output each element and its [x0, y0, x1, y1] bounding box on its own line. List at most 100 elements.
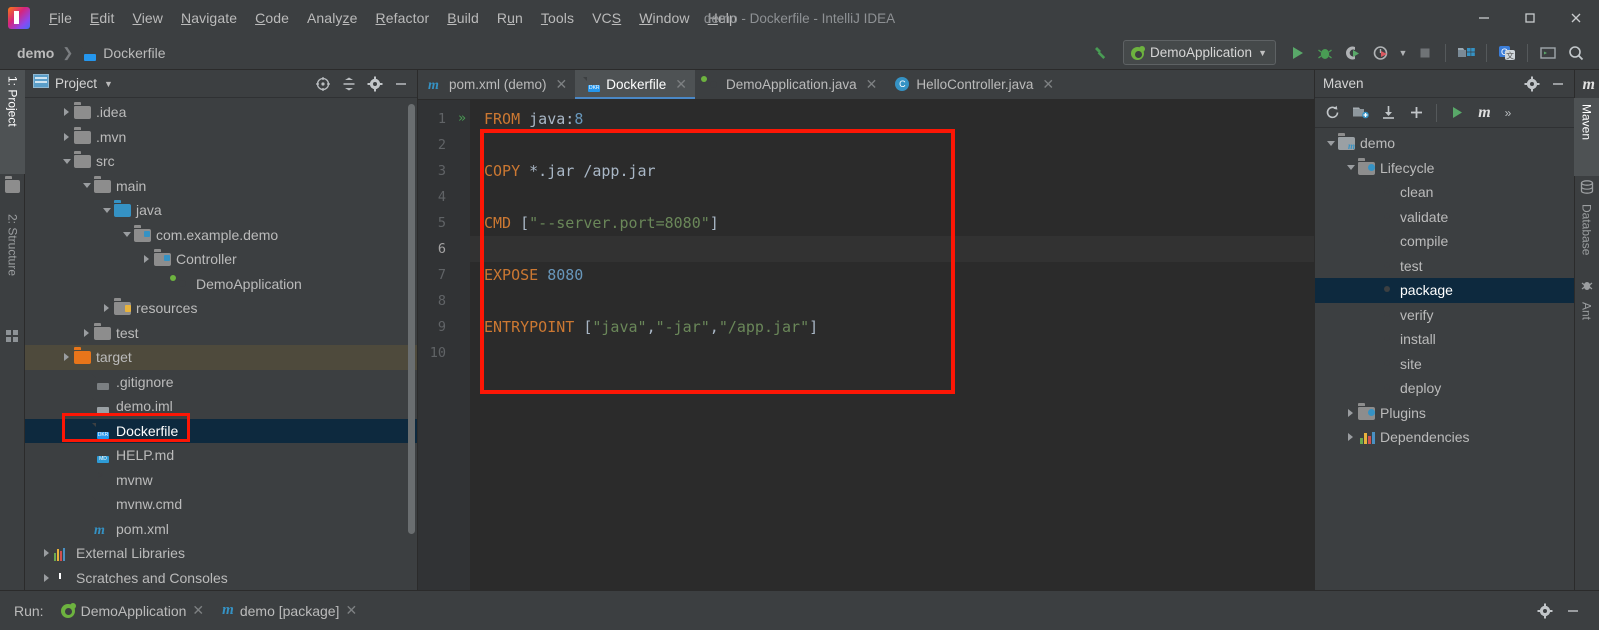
tree-item-help-md[interactable]: MD HELP.md: [25, 443, 417, 468]
editor-tab-demoapplication-java[interactable]: DemoApplication.java ✕: [695, 70, 885, 99]
minimize-button[interactable]: [1461, 0, 1507, 36]
chevron-right-double-icon[interactable]: »: [1499, 101, 1517, 125]
tree-item-controller[interactable]: Controller: [25, 247, 417, 272]
refresh-icon[interactable]: [1319, 101, 1346, 125]
maven-item-plugins[interactable]: Plugins: [1315, 401, 1574, 426]
tree-item-pom-xml[interactable]: m pom.xml: [25, 517, 417, 542]
minus-icon[interactable]: [1561, 599, 1585, 623]
editor-tab-hellocontroller-java[interactable]: C HelloController.java ✕: [885, 70, 1062, 99]
menu-item-build[interactable]: Build: [438, 7, 488, 29]
sidebar-item-structure[interactable]: 2: Structure: [0, 208, 25, 326]
close-icon[interactable]: ✕: [345, 602, 357, 619]
editor-tab-pom-xml-demo[interactable]: m pom.xml (demo) ✕: [418, 70, 575, 99]
chevron-right-icon[interactable]: [79, 328, 94, 337]
close-icon[interactable]: ✕: [866, 76, 878, 93]
bottom-tab-demoapplication[interactable]: DemoApplication ✕: [60, 602, 204, 619]
maven-item-clean[interactable]: clean: [1315, 180, 1574, 205]
stop-button[interactable]: [1412, 40, 1438, 66]
run-configuration-selector[interactable]: DemoApplication ▼: [1123, 40, 1276, 65]
chevron-down-icon[interactable]: [1323, 140, 1338, 146]
menu-item-code[interactable]: Code: [246, 7, 298, 29]
minus-icon[interactable]: [1546, 72, 1570, 96]
download-icon[interactable]: [1375, 101, 1402, 125]
tree-item-demoapplication[interactable]: DemoApplication: [25, 272, 417, 297]
editor-gutter[interactable]: 1» 2 3 4 5 6 7 8 9 10: [418, 100, 470, 590]
project-tree[interactable]: .idea .mvn src main java com.example.demo Cont…: [25, 98, 417, 590]
chevron-right-icon[interactable]: [99, 304, 114, 313]
close-button[interactable]: [1553, 0, 1599, 36]
menu-item-vcs[interactable]: VCS: [583, 7, 630, 29]
run-button[interactable]: [1284, 40, 1310, 66]
maven-m-icon[interactable]: m: [1471, 101, 1498, 125]
play-icon[interactable]: [1443, 101, 1470, 125]
menu-item-refactor[interactable]: Refactor: [367, 7, 439, 29]
debug-button[interactable]: [1312, 40, 1338, 66]
breadcrumb-item-file[interactable]: Dockerfile: [76, 43, 170, 63]
menu-item-view[interactable]: View: [124, 7, 173, 29]
project-structure-icon[interactable]: [1453, 40, 1479, 66]
sidebar-item-ant[interactable]: Ant: [1574, 296, 1599, 336]
tree-item-target[interactable]: target: [25, 345, 417, 370]
maven-item-package[interactable]: package: [1315, 278, 1574, 303]
maven-item-site[interactable]: site: [1315, 352, 1574, 377]
menu-item-window[interactable]: Window: [630, 7, 698, 29]
folder-add-icon[interactable]: [1347, 101, 1374, 125]
chevron-down-icon[interactable]: [119, 232, 134, 238]
terminal-icon[interactable]: [1535, 40, 1561, 66]
menu-item-file[interactable]: File: [40, 7, 81, 29]
sidebar-item-maven[interactable]: Maven: [1574, 98, 1599, 176]
sidebar-item-project[interactable]: 1: Project: [0, 70, 25, 174]
bottom-tab-demo-package[interactable]: m demo [package] ✕: [222, 602, 357, 619]
chevron-right-icon[interactable]: [139, 255, 154, 264]
menu-item-analyze[interactable]: Analyze: [298, 7, 367, 29]
chevron-down-icon[interactable]: [99, 207, 114, 213]
menu-item-edit[interactable]: Edit: [81, 7, 124, 29]
search-icon[interactable]: [1563, 40, 1589, 66]
menu-item-tools[interactable]: Tools: [532, 7, 583, 29]
tree-item-test[interactable]: test: [25, 321, 417, 346]
crosshair-icon[interactable]: [311, 72, 335, 96]
close-icon[interactable]: ✕: [1042, 76, 1054, 93]
chevron-down-icon[interactable]: [1343, 165, 1358, 171]
maven-item-install[interactable]: install: [1315, 327, 1574, 352]
breadcrumb-item-project[interactable]: demo: [12, 43, 59, 63]
maximize-button[interactable]: [1507, 0, 1553, 36]
project-tree-scrollbar[interactable]: [408, 104, 415, 574]
chevron-right-icon[interactable]: [59, 108, 74, 117]
tree-item-mvnw-cmd[interactable]: mvnw.cmd: [25, 492, 417, 517]
maven-item-deploy[interactable]: deploy: [1315, 376, 1574, 401]
profile-dropdown-button[interactable]: ▼: [1396, 40, 1410, 66]
hammer-icon[interactable]: [1089, 40, 1115, 66]
tree-item-mvnw[interactable]: mvnw: [25, 468, 417, 493]
plus-icon[interactable]: [1403, 101, 1430, 125]
tree-item-demo-iml[interactable]: demo.iml: [25, 394, 417, 419]
tree-item-external-libraries[interactable]: External Libraries: [25, 541, 417, 566]
maven-item-test[interactable]: test: [1315, 254, 1574, 279]
gear-icon[interactable]: [1520, 72, 1544, 96]
maven-item-verify[interactable]: verify: [1315, 303, 1574, 328]
gear-icon[interactable]: [363, 72, 387, 96]
minus-icon[interactable]: [389, 72, 413, 96]
translate-icon[interactable]: G 文: [1494, 40, 1520, 66]
maven-item-dependencies[interactable]: Dependencies: [1315, 425, 1574, 450]
chevron-down-icon[interactable]: [79, 183, 94, 189]
chevron-right-icon[interactable]: [1343, 408, 1358, 417]
tree-item-com-example-demo[interactable]: com.example.demo: [25, 223, 417, 248]
maven-item-demo[interactable]: m demo: [1315, 131, 1574, 156]
profile-button[interactable]: [1368, 40, 1394, 66]
chevron-right-icon[interactable]: [39, 573, 54, 582]
tree-item-dockerfile[interactable]: DKR Dockerfile: [25, 418, 417, 443]
close-icon[interactable]: ✕: [675, 76, 687, 93]
collapse-all-icon[interactable]: [337, 72, 361, 96]
run-coverage-button[interactable]: [1340, 40, 1366, 66]
chevron-right-icon[interactable]: [1343, 433, 1358, 442]
menu-item-navigate[interactable]: Navigate: [172, 7, 246, 29]
gear-icon[interactable]: [1533, 599, 1557, 623]
editor-tab-dockerfile[interactable]: DKR Dockerfile ✕: [575, 70, 696, 99]
tree-item-java[interactable]: java: [25, 198, 417, 223]
maven-item-validate[interactable]: validate: [1315, 205, 1574, 230]
maven-item-compile[interactable]: compile: [1315, 229, 1574, 254]
chevron-down-icon[interactable]: [59, 158, 74, 164]
chevron-down-icon[interactable]: ▼: [104, 79, 113, 89]
menu-item-help[interactable]: Help: [699, 7, 746, 29]
